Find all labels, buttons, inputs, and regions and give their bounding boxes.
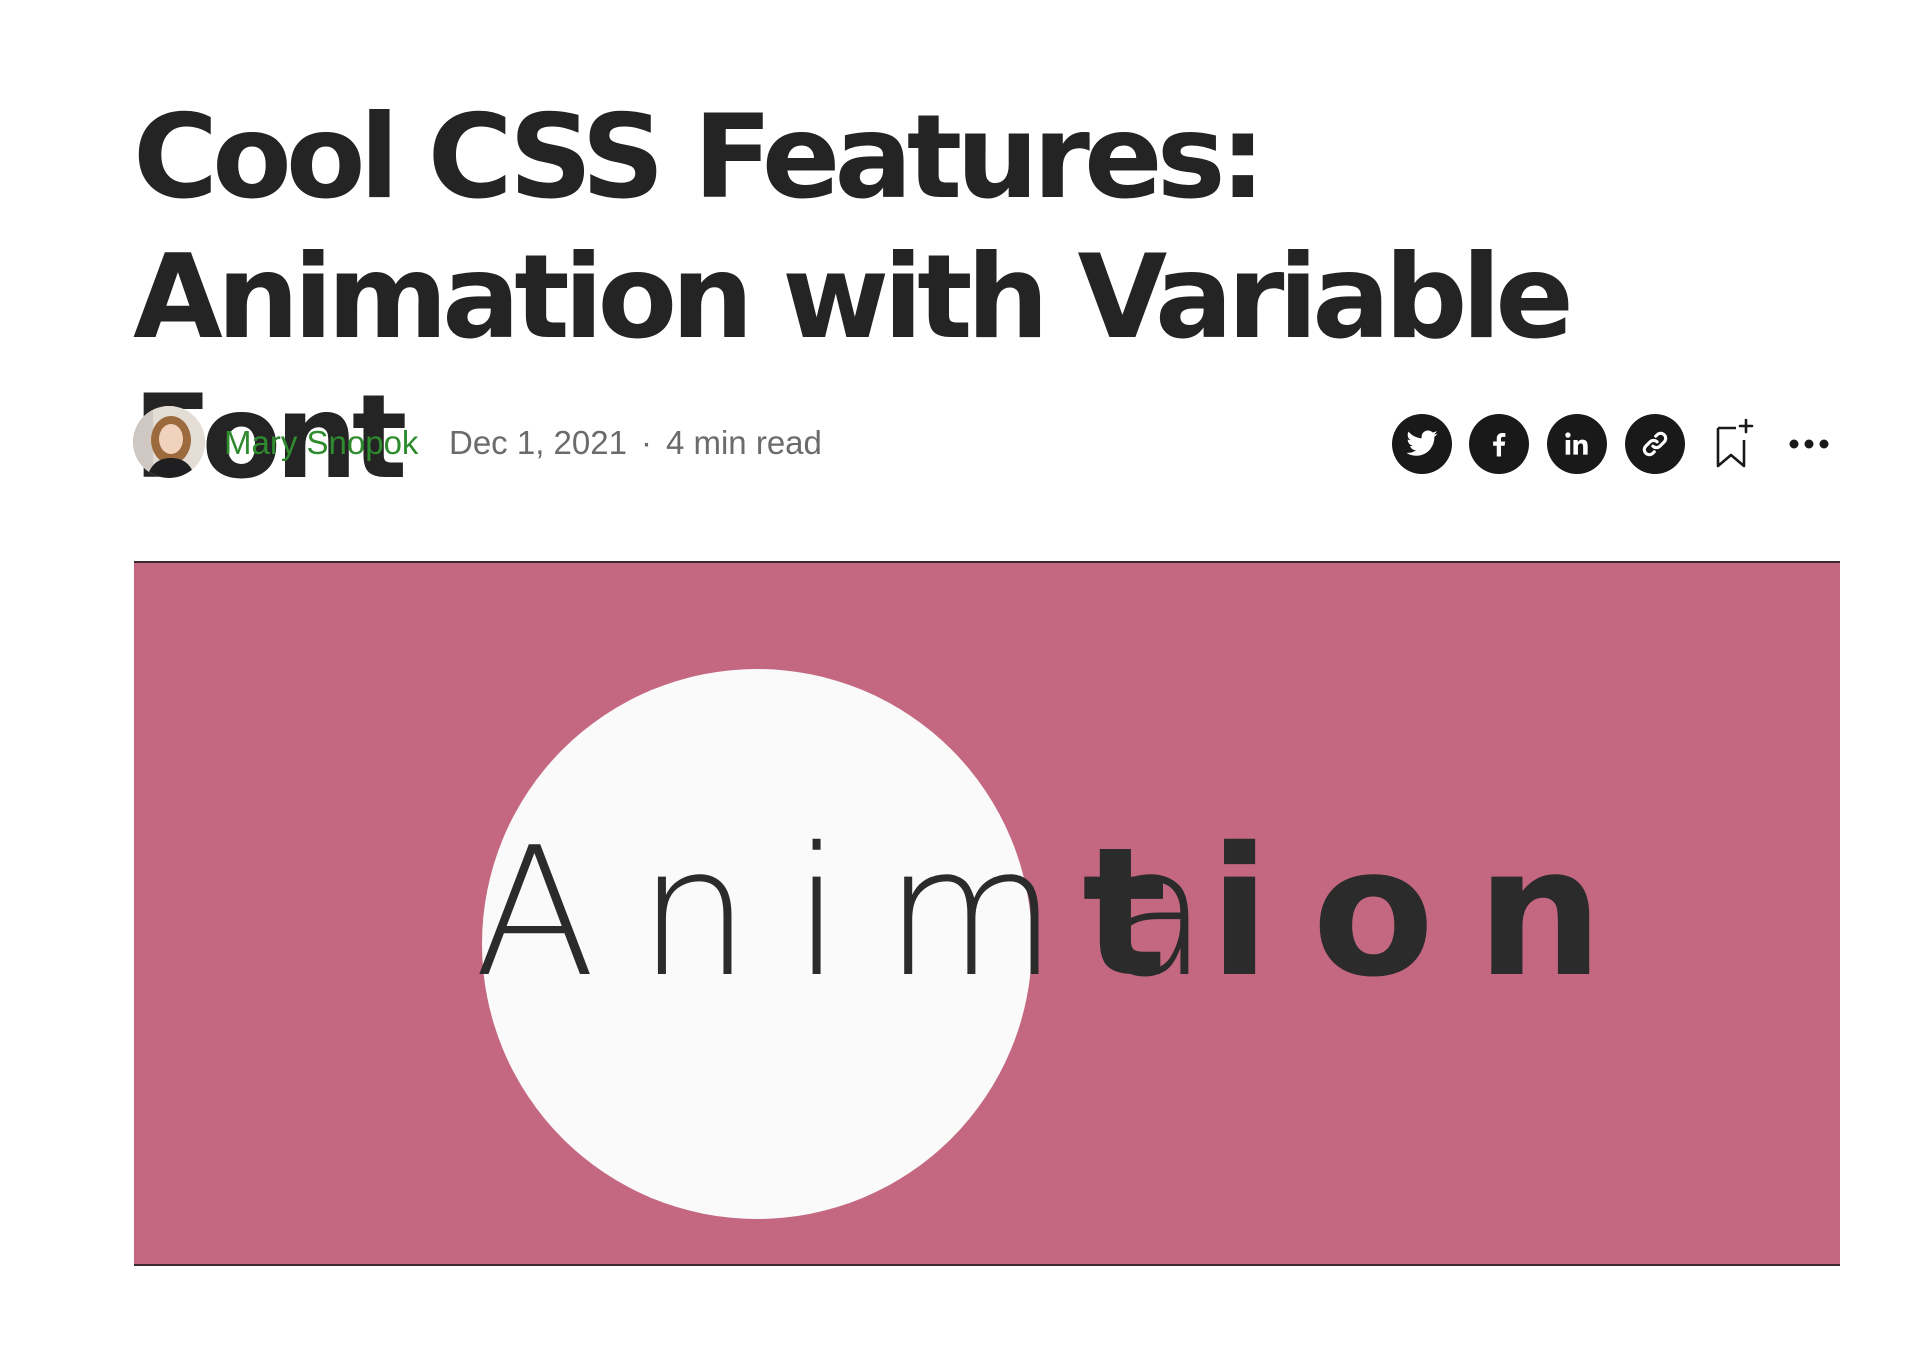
copy-link-button[interactable]	[1625, 414, 1685, 474]
twitter-share-button[interactable]	[1392, 414, 1452, 474]
facebook-icon	[1493, 433, 1506, 457]
bookmark-add-icon	[1716, 418, 1754, 468]
more-options-button[interactable]	[1779, 414, 1839, 474]
linkedin-share-button[interactable]	[1547, 414, 1607, 474]
link-icon	[1642, 431, 1668, 457]
publish-date: Dec 1, 2021	[449, 424, 627, 461]
bookmark-button[interactable]	[1704, 414, 1764, 474]
hero-bold-text: tion	[1082, 809, 1645, 1016]
hero-image: Anima tion	[134, 561, 1840, 1266]
post-meta: Dec 1, 2021 · 4 min read	[449, 423, 822, 463]
linkedin-icon	[1565, 432, 1588, 455]
hero-illustration: Anima tion	[134, 563, 1840, 1264]
byline: Mary Snopok Dec 1, 2021 · 4 min read	[133, 406, 1840, 478]
read-time: 4 min read	[665, 424, 822, 461]
twitter-icon	[1406, 430, 1438, 456]
avatar-image	[133, 406, 205, 478]
meta-separator: ·	[640, 424, 652, 461]
author-name[interactable]: Mary Snopok	[224, 423, 418, 463]
more-horizontal-icon	[1789, 439, 1829, 449]
author-avatar[interactable]	[133, 406, 205, 478]
facebook-share-button[interactable]	[1469, 414, 1529, 474]
